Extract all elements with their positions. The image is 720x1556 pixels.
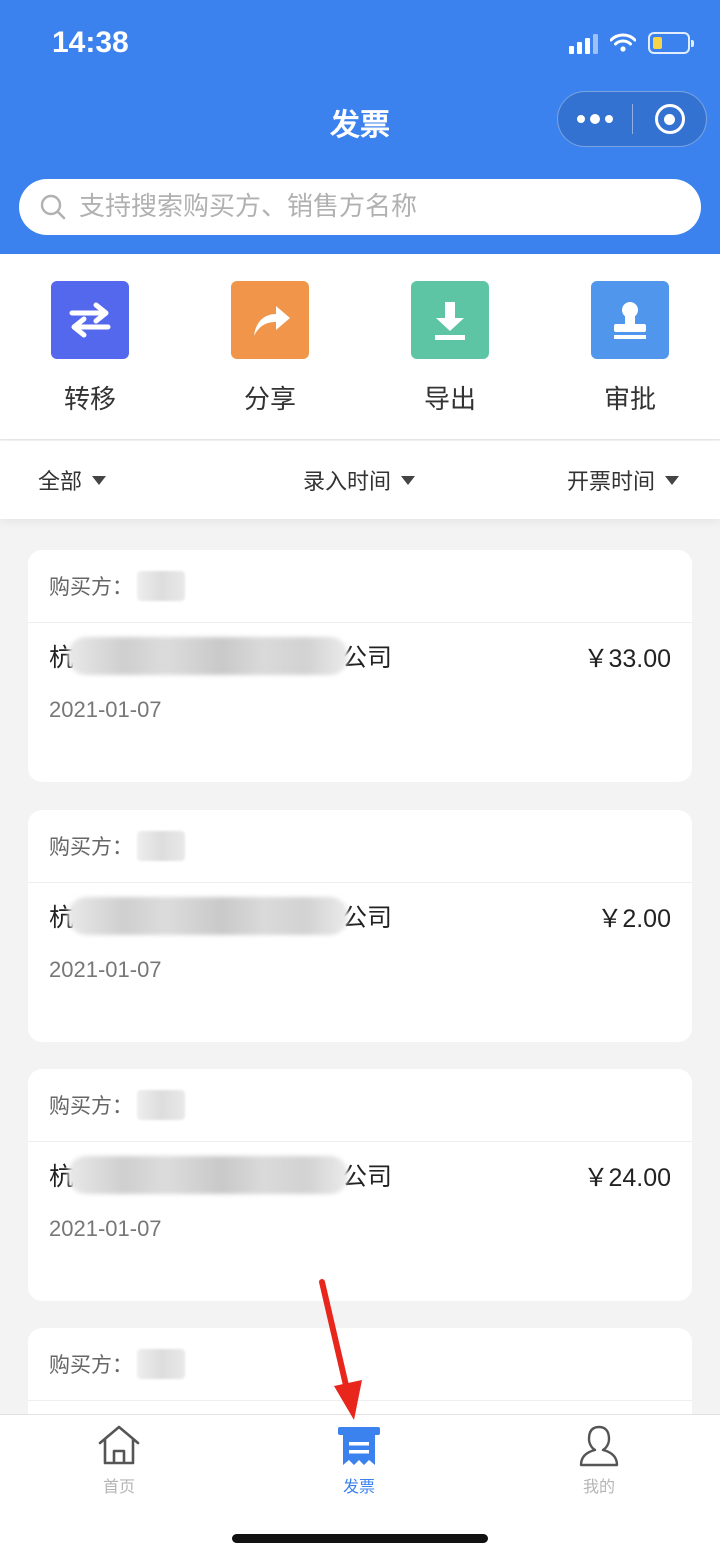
approve-icon	[591, 281, 669, 359]
tab-home[interactable]: 首页	[59, 1423, 179, 1497]
invoice-card[interactable]: 购买方： 杭 公司 ￥33.00 2021-01-07	[28, 550, 692, 782]
seller-name: 杭 公司	[49, 1156, 392, 1194]
redacted-text	[68, 1156, 349, 1194]
dropdown-arrow-icon	[92, 475, 107, 485]
invoice-amount: ￥2.00	[597, 905, 671, 933]
header-bar: 14:38 发票	[0, 0, 720, 254]
mini-program-capsule	[557, 91, 707, 147]
redacted-text	[137, 1349, 185, 1379]
wifi-icon	[610, 33, 636, 52]
invoice-card[interactable]: 购买方： 杭 公司 ￥2.00 2021-01-07	[28, 810, 692, 1042]
action-grid: 转移 分享 导出 审批	[0, 254, 720, 440]
annotation-arrow-icon	[319, 1279, 362, 1420]
filter-label: 开票时间	[567, 470, 656, 495]
filter-all[interactable]: 全部	[38, 441, 107, 519]
search-icon	[40, 194, 66, 220]
dropdown-arrow-icon	[401, 475, 416, 485]
download-icon	[411, 281, 489, 359]
transfer-icon	[51, 281, 129, 359]
share-icon	[231, 281, 309, 359]
buyer-label: 购买方：	[49, 1353, 133, 1377]
dropdown-arrow-icon	[665, 475, 680, 485]
user-icon	[579, 1425, 619, 1467]
redacted-text	[137, 831, 185, 861]
tab-invoice[interactable]: 发票	[299, 1423, 419, 1497]
action-label: 分享	[243, 385, 296, 415]
invoice-icon	[338, 1427, 380, 1465]
filter-label: 全部	[38, 470, 83, 495]
tab-label: 我的	[582, 1477, 615, 1496]
invoice-date: 2021-01-07	[49, 697, 162, 722]
close-button[interactable]	[633, 92, 706, 146]
action-label: 导出	[423, 385, 476, 415]
invoice-amount: ￥33.00	[583, 645, 671, 673]
seller-name: 杭 公司	[49, 897, 392, 935]
buyer-row: 购买方：	[28, 550, 692, 623]
status-icons	[569, 30, 694, 56]
invoice-card[interactable]: 购买方： 杭 公司 ￥24.00 2021-01-07	[28, 1069, 692, 1301]
invoice-amount: ￥24.00	[583, 1164, 671, 1192]
filter-bar: 全部 录入时间 开票时间	[0, 441, 720, 519]
battery-icon	[648, 32, 694, 54]
redacted-text	[137, 1090, 185, 1120]
tab-label: 发票	[342, 1477, 375, 1496]
filter-label: 录入时间	[303, 470, 392, 495]
approve-action[interactable]: 审批	[570, 281, 690, 416]
buyer-label: 购买方：	[49, 835, 133, 859]
target-icon	[654, 104, 685, 134]
redacted-text	[68, 897, 349, 935]
buyer-row: 购买方：	[28, 810, 692, 883]
buyer-row: 购买方：	[28, 1069, 692, 1142]
seller-row: 杭 公司 ￥24.00	[28, 1142, 692, 1204]
transfer-action[interactable]: 转移	[30, 281, 150, 416]
buyer-label: 购买方：	[49, 575, 133, 599]
signal-icon	[569, 32, 598, 54]
export-action[interactable]: 导出	[390, 281, 510, 416]
filter-issue-time[interactable]: 开票时间	[567, 441, 680, 519]
seller-row: 杭 公司 ￥2.00	[28, 883, 692, 945]
buyer-label: 购买方：	[49, 1094, 133, 1118]
search-input[interactable]	[79, 192, 679, 222]
action-label: 转移	[63, 385, 116, 415]
search-bar[interactable]	[19, 179, 701, 235]
seller-row: 杭 公司 ￥33.00	[28, 623, 692, 685]
invoice-date: 2021-01-07	[49, 1216, 162, 1241]
tab-mine[interactable]: 我的	[539, 1423, 659, 1497]
status-time: 14:38	[52, 26, 129, 59]
seller-name: 杭 公司	[49, 637, 392, 675]
action-label: 审批	[603, 385, 656, 415]
more-button[interactable]	[558, 92, 632, 146]
filter-entry-time[interactable]: 录入时间	[303, 441, 416, 519]
redacted-text	[68, 637, 349, 675]
home-indicator	[232, 1534, 488, 1543]
invoice-date: 2021-01-07	[49, 957, 162, 982]
redacted-text	[137, 571, 185, 601]
tab-label: 首页	[102, 1477, 135, 1496]
home-icon	[98, 1425, 140, 1465]
share-action[interactable]: 分享	[210, 281, 330, 416]
